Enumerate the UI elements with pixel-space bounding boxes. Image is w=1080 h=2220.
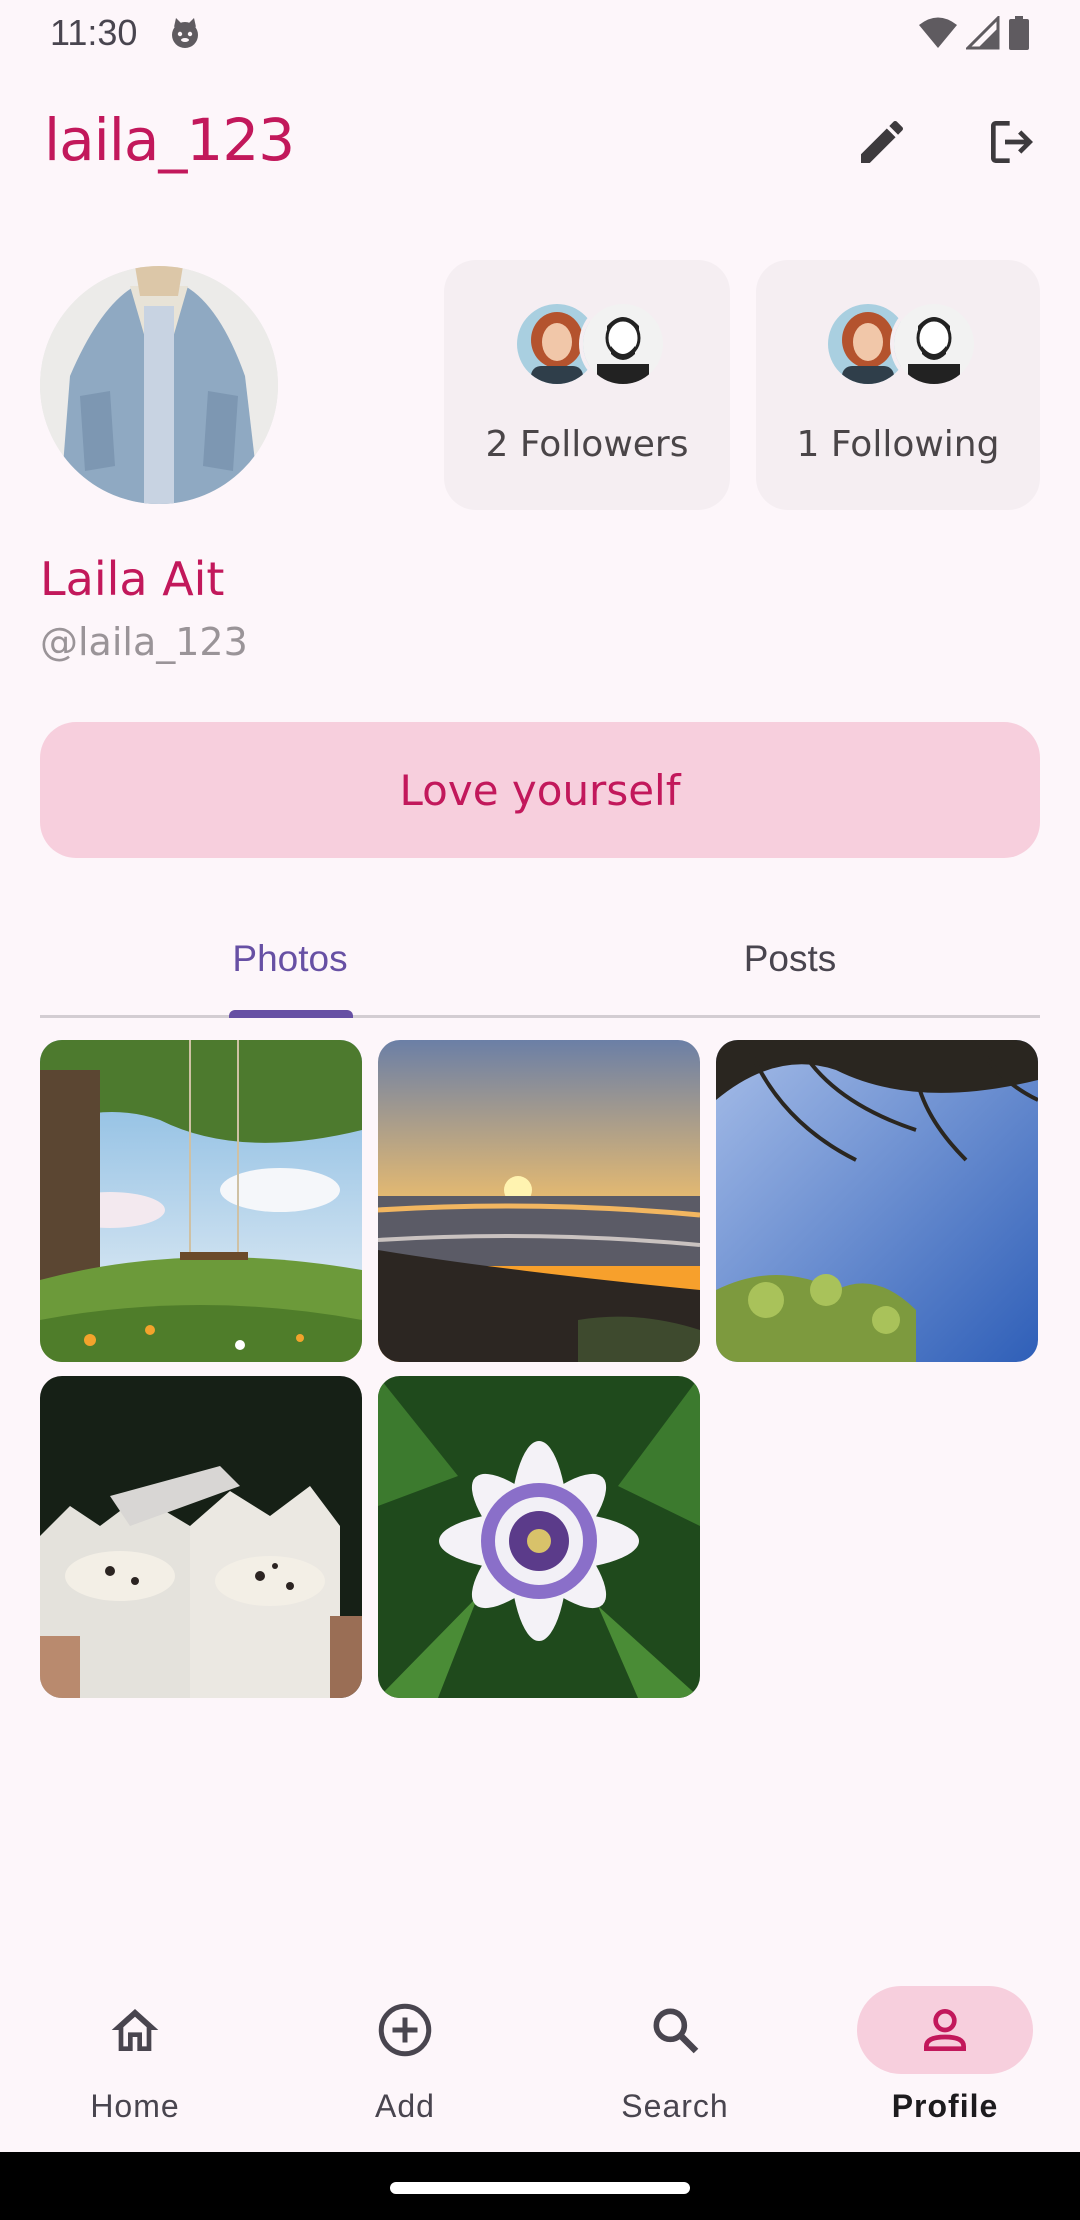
nav-home-label: Home	[90, 2088, 180, 2124]
following-count-label: 1 Following	[796, 424, 1000, 465]
cellular-signal-icon	[966, 16, 1000, 50]
home-icon	[111, 2009, 159, 2051]
photo-tile[interactable]	[716, 1040, 1038, 1362]
status-time: 11:30	[50, 12, 138, 53]
add-circle-icon	[378, 2003, 432, 2057]
tab-posts[interactable]: Posts	[540, 900, 1040, 1018]
username-handle: @laila_123	[40, 620, 248, 664]
system-gesture-bar	[0, 2152, 1080, 2220]
photo-tile[interactable]	[378, 1040, 700, 1362]
content-tabs: Photos Posts	[40, 900, 1040, 1018]
following-avatars	[818, 300, 978, 390]
nav-profile[interactable]: Profile	[810, 1958, 1080, 2152]
nav-profile-label: Profile	[891, 2088, 999, 2124]
page-title: laila_123	[44, 106, 295, 174]
photo-tile[interactable]	[378, 1376, 700, 1698]
followers-avatars	[507, 300, 667, 390]
nav-search[interactable]: Search	[540, 1958, 810, 2152]
photo-tile[interactable]	[40, 1040, 362, 1362]
profile-avatar[interactable]	[40, 266, 278, 504]
home-gesture-handle[interactable]	[390, 2182, 690, 2194]
person-icon	[924, 2009, 966, 2051]
followers-count-label: 2 Followers	[485, 424, 689, 465]
pencil-icon	[861, 120, 904, 163]
bottom-navigation: Home Add Search Profile	[0, 1958, 1080, 2152]
photo-tile[interactable]	[40, 1376, 362, 1698]
following-avatar	[890, 300, 978, 388]
logout-button[interactable]	[972, 102, 1052, 182]
edit-profile-button[interactable]	[842, 102, 922, 182]
tab-photos[interactable]: Photos	[40, 900, 540, 1018]
logout-icon	[991, 121, 1033, 163]
followers-card[interactable]: 2 Followers	[444, 260, 730, 510]
wifi-icon	[919, 17, 957, 48]
following-card[interactable]: 1 Following	[756, 260, 1040, 510]
display-name: Laila Ait	[40, 552, 225, 606]
search-icon	[653, 2008, 699, 2054]
follower-avatar	[579, 300, 667, 388]
bio-text: Love yourself	[399, 765, 681, 815]
bio-box: Love yourself	[40, 722, 1040, 858]
nav-add-label: Add	[375, 2088, 435, 2124]
nav-add[interactable]: Add	[270, 1958, 540, 2152]
battery-icon	[1009, 16, 1029, 50]
top-app-bar: laila_123	[0, 66, 1080, 222]
nav-home[interactable]: Home	[0, 1958, 270, 2152]
cat-notification-icon	[172, 18, 199, 48]
nav-search-label: Search	[621, 2088, 729, 2124]
status-bar: 11:30	[0, 0, 1080, 66]
tab-selected-indicator	[229, 1010, 353, 1018]
